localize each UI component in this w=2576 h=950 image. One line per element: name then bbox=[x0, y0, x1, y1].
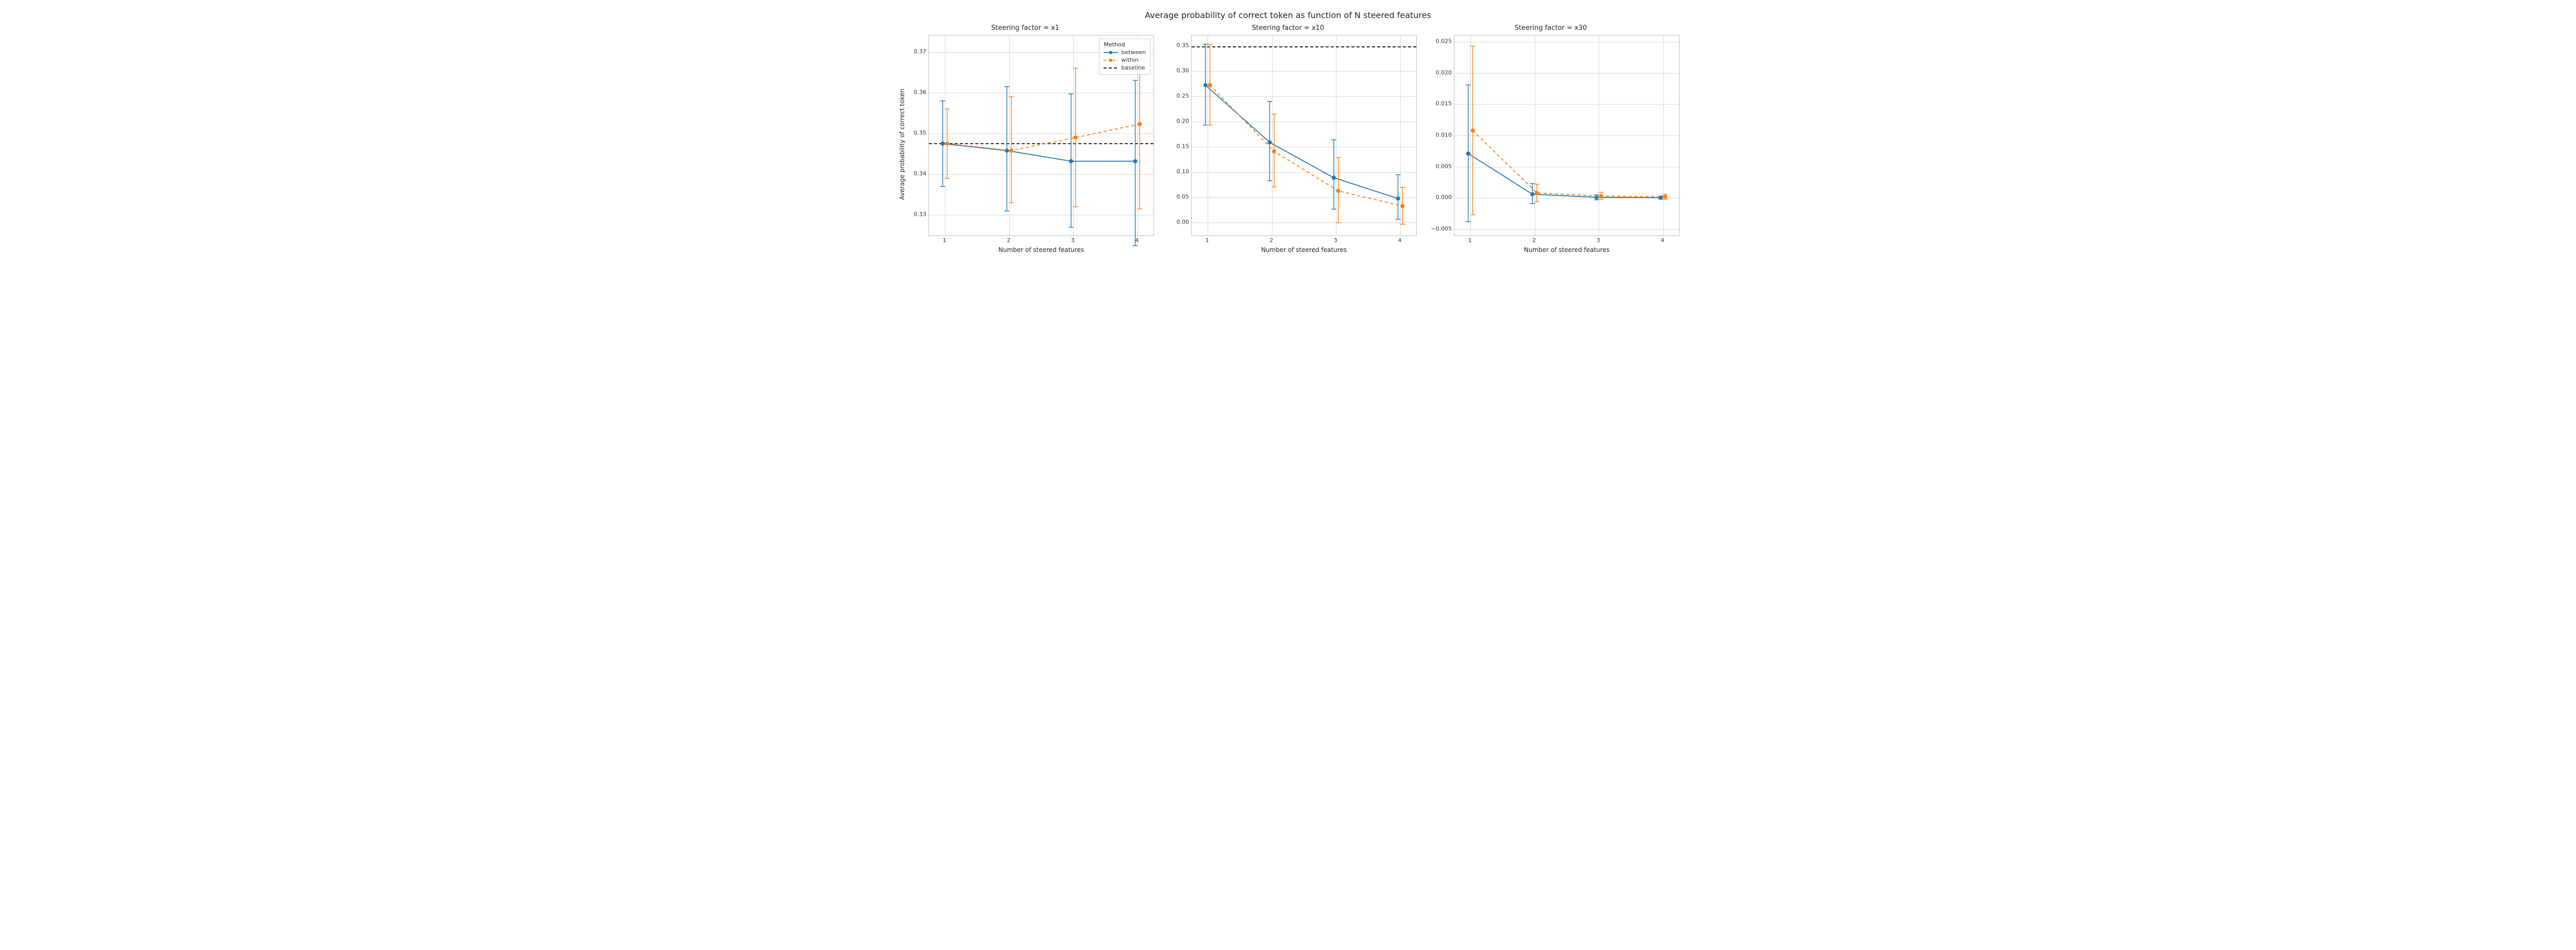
legend-label: within bbox=[1121, 57, 1138, 63]
series-marker-within bbox=[1400, 204, 1404, 208]
y-ticks: 0.33 0.34 0.35 0.36 0.37 bbox=[906, 35, 928, 235]
y-tick-label: 0.025 bbox=[1436, 38, 1452, 45]
y-tick-label: 0.15 bbox=[1177, 143, 1190, 150]
x-axis-label: Number of steered features bbox=[928, 246, 1154, 253]
series-marker-between bbox=[1005, 148, 1009, 152]
panel-title: Steering factor = x30 bbox=[1422, 24, 1680, 32]
legend-swatch bbox=[1104, 57, 1118, 63]
plot-area bbox=[1454, 35, 1680, 236]
series-line-between bbox=[1206, 85, 1398, 198]
legend-label: baseline bbox=[1121, 64, 1145, 71]
legend-swatch bbox=[1104, 65, 1118, 71]
y-tick-label: 0.020 bbox=[1436, 69, 1452, 76]
figure: Average probability of correct token as … bbox=[896, 10, 1680, 253]
y-tick-label: 0.25 bbox=[1177, 92, 1190, 99]
series-marker-within bbox=[1074, 135, 1078, 140]
series-line-within bbox=[947, 124, 1140, 150]
plot-svg bbox=[1454, 36, 1679, 235]
series-marker-within bbox=[1336, 189, 1341, 193]
y-tick-label: 0.35 bbox=[1177, 42, 1190, 48]
chart-panel: Steering factor = x30Average probability… bbox=[1422, 24, 1680, 253]
y-tick-label: 0.000 bbox=[1436, 194, 1452, 201]
x-tick-label: 3 bbox=[1334, 237, 1337, 244]
legend: Methodbetweenwithinbaseline bbox=[1099, 39, 1150, 75]
series-marker-within bbox=[1599, 194, 1603, 198]
y-tick-label: 0.015 bbox=[1436, 100, 1452, 107]
series-marker-between bbox=[941, 142, 945, 146]
panels-row: Steering factor = x1 Average probability … bbox=[896, 24, 1680, 253]
y-axis-label: Average probability of correct token bbox=[896, 35, 906, 253]
legend-item-between: between bbox=[1104, 49, 1146, 56]
x-ticks: 1 2 3 4 bbox=[1454, 236, 1680, 245]
x-tick-label: 3 bbox=[1071, 237, 1075, 244]
y-tick-label: 0.010 bbox=[1436, 132, 1452, 139]
series-marker-between bbox=[1332, 176, 1336, 180]
x-tick-label: 1 bbox=[1206, 237, 1209, 244]
x-tick-label: 1 bbox=[943, 237, 946, 244]
x-tick-label: 3 bbox=[1597, 237, 1600, 244]
y-tick-label: 0.37 bbox=[914, 48, 927, 55]
series-marker-within bbox=[1138, 122, 1142, 126]
x-axis-label: Number of steered features bbox=[1454, 246, 1680, 253]
series-marker-between bbox=[1267, 140, 1272, 144]
series-marker-within bbox=[1535, 191, 1539, 195]
y-tick-label: −0.005 bbox=[1431, 225, 1452, 232]
y-tick-label: 0.05 bbox=[1177, 194, 1190, 200]
x-tick-label: 2 bbox=[1269, 237, 1273, 244]
x-axis-label: Number of steered features bbox=[1191, 246, 1417, 253]
y-tick-label: 0.10 bbox=[1177, 168, 1190, 175]
legend-item-within: within bbox=[1104, 57, 1146, 63]
chart-panel: Steering factor = x1 Average probability … bbox=[896, 24, 1154, 253]
series-line-within bbox=[1210, 85, 1403, 206]
y-tick-label: 0.005 bbox=[1436, 163, 1452, 169]
plot-area: Methodbetweenwithinbaseline bbox=[928, 35, 1154, 236]
y-tick-label: 0.35 bbox=[914, 130, 927, 137]
x-ticks: 1 2 3 4 bbox=[1191, 236, 1417, 245]
series-marker-within bbox=[1009, 148, 1013, 152]
figure-suptitle: Average probability of correct token as … bbox=[896, 10, 1680, 20]
y-tick-label: 0.30 bbox=[1177, 67, 1190, 74]
series-marker-between bbox=[1069, 159, 1073, 163]
series-marker-between bbox=[1466, 151, 1470, 156]
y-tick-label: 0.36 bbox=[914, 89, 927, 95]
y-ticks: −0.005 0.000 0.005 0.010 0.015 0.020 0.025 bbox=[1431, 35, 1454, 235]
panel-title: Steering factor = x1 bbox=[896, 24, 1154, 32]
series-line-between bbox=[1468, 154, 1661, 197]
series-marker-within bbox=[1272, 149, 1276, 154]
x-tick-label: 4 bbox=[1135, 237, 1139, 244]
series-marker-between bbox=[1396, 196, 1400, 200]
legend-item-baseline: baseline bbox=[1104, 64, 1146, 71]
series-marker-between bbox=[1204, 83, 1208, 87]
panel-title: Steering factor = x10 bbox=[1159, 24, 1417, 32]
x-tick-label: 1 bbox=[1468, 237, 1472, 244]
plot-area bbox=[1191, 35, 1417, 236]
y-tick-label: 0.33 bbox=[914, 211, 927, 218]
y-tick-label: 0.20 bbox=[1177, 118, 1190, 125]
chart-panel: Steering factor = x10Average probability… bbox=[1159, 24, 1417, 253]
series-marker-within bbox=[1663, 195, 1667, 199]
y-ticks: 0.00 0.05 0.10 0.15 0.20 0.25 0.30 0.35 bbox=[1168, 35, 1191, 235]
series-marker-between bbox=[1133, 159, 1137, 163]
legend-swatch bbox=[1104, 49, 1118, 56]
series-marker-within bbox=[945, 142, 950, 146]
series-marker-between bbox=[1530, 192, 1534, 196]
plot-svg bbox=[1192, 36, 1416, 235]
series-marker-within bbox=[1471, 128, 1475, 132]
x-tick-label: 4 bbox=[1660, 237, 1664, 244]
x-ticks: 1 2 3 4 bbox=[928, 236, 1154, 245]
x-tick-label: 2 bbox=[1532, 237, 1536, 244]
y-tick-label: 0.00 bbox=[1177, 219, 1190, 226]
series-marker-within bbox=[1208, 83, 1212, 87]
legend-title: Method bbox=[1104, 41, 1146, 48]
x-tick-label: 4 bbox=[1398, 237, 1401, 244]
series-line-within bbox=[1473, 130, 1666, 197]
y-tick-label: 0.34 bbox=[914, 171, 927, 177]
legend-label: between bbox=[1121, 49, 1146, 56]
x-tick-label: 2 bbox=[1007, 237, 1010, 244]
